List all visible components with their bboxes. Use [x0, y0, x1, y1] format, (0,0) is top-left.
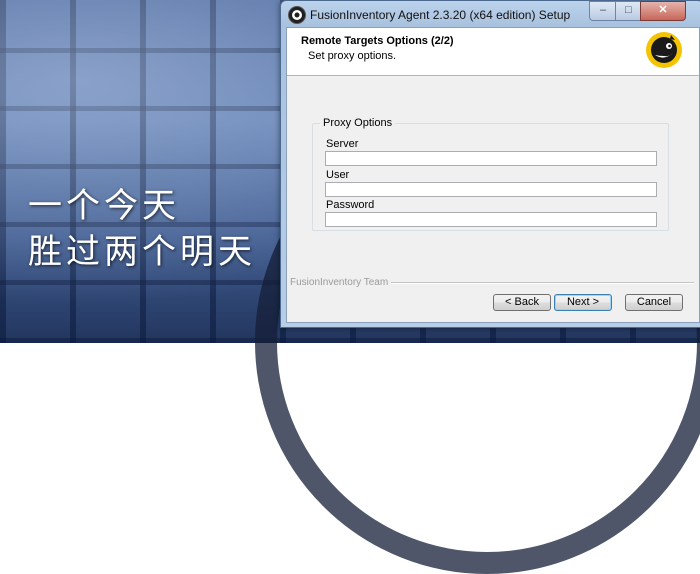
maximize-button[interactable]: □: [615, 1, 642, 21]
cancel-button[interactable]: Cancel: [625, 294, 683, 311]
window-title: FusionInventory Agent 2.3.20 (x64 editio…: [310, 8, 571, 22]
next-button[interactable]: Next >: [554, 294, 612, 311]
password-label: Password: [326, 199, 375, 211]
title-bar[interactable]: FusionInventory Agent 2.3.20 (x64 editio…: [281, 1, 700, 27]
wallpaper-poem-line-2: 胜过两个明天: [28, 232, 256, 272]
minimize-button[interactable]: –: [589, 1, 617, 21]
close-button[interactable]: ✕: [640, 1, 686, 21]
proxy-options-group: Proxy Options Server User Password: [312, 117, 669, 231]
server-input[interactable]: [325, 151, 657, 166]
fusioninventory-logo-icon: [645, 31, 683, 69]
server-label: Server: [326, 138, 359, 150]
branding-separator: FusionInventory Team: [290, 277, 694, 288]
page-subtitle: Set proxy options.: [308, 50, 397, 62]
password-input[interactable]: [325, 212, 657, 227]
wizard-header: Remote Targets Options (2/2) Set proxy o…: [287, 28, 699, 76]
branding-text: FusionInventory Team: [290, 277, 392, 288]
user-input[interactable]: [325, 182, 657, 197]
dialog-client-area: Remote Targets Options (2/2) Set proxy o…: [286, 27, 700, 323]
back-button[interactable]: < Back: [493, 294, 551, 311]
proxy-options-legend: Proxy Options: [320, 117, 396, 129]
wallpaper-poem-line-1: 一个今天: [28, 186, 180, 226]
app-icon: [288, 6, 306, 24]
page-title: Remote Targets Options (2/2): [301, 35, 454, 47]
user-label: User: [326, 169, 350, 181]
setup-window: FusionInventory Agent 2.3.20 (x64 editio…: [280, 0, 700, 328]
